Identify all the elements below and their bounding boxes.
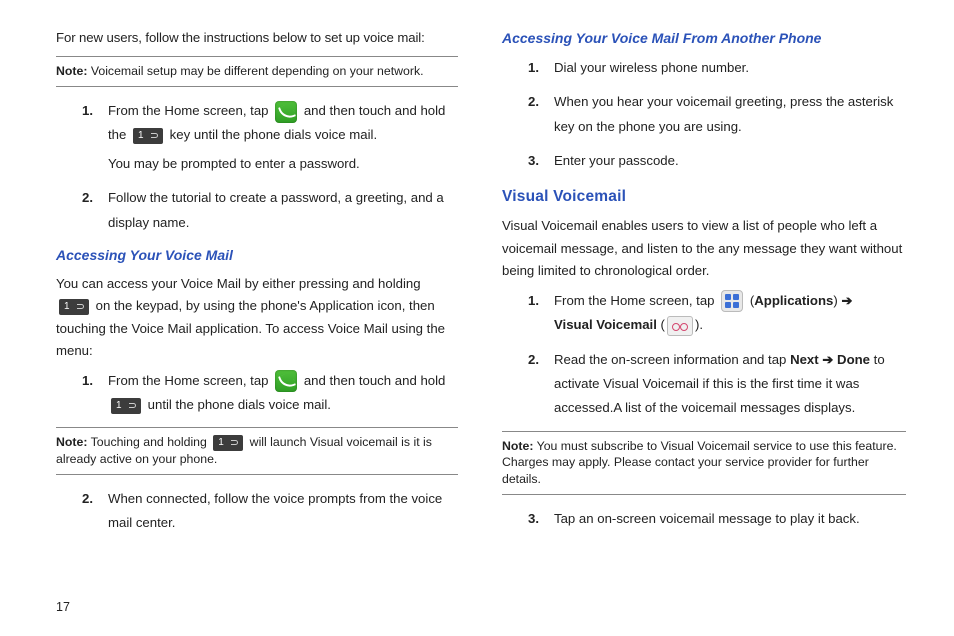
note-box-1: Note: Voicemail setup may be different d… xyxy=(56,56,458,87)
step-number: 2. xyxy=(82,487,93,511)
arrow-icon: ➔ xyxy=(838,293,853,308)
heading-visual-voicemail: Visual Voicemail xyxy=(502,185,906,209)
step-number: 2. xyxy=(528,90,539,114)
phone-icon xyxy=(275,370,297,392)
visual-steps-cont: 3. Tap an on-screen voicemail message to… xyxy=(528,507,906,531)
note-text: Touching and holding xyxy=(87,435,210,449)
applications-icon xyxy=(721,290,743,312)
other-phone-steps: 1. Dial your wireless phone number. 2. W… xyxy=(528,56,906,174)
note-label: Note: xyxy=(56,64,87,78)
step-number: 3. xyxy=(528,507,539,531)
page-columns: For new users, follow the instructions b… xyxy=(56,28,906,588)
right-column: Accessing Your Voice Mail From Another P… xyxy=(502,28,906,588)
phone-icon xyxy=(275,101,297,123)
setup-steps: 1. From the Home screen, tap and then to… xyxy=(82,99,458,235)
visual-steps: 1. From the Home screen, tap ( Applicatio… xyxy=(528,289,906,421)
step-number: 1. xyxy=(528,56,539,80)
step-number: 1. xyxy=(528,289,539,313)
step-text: Enter your passcode. xyxy=(554,153,679,168)
step-1: 1. From the Home screen, tap and then to… xyxy=(82,369,458,418)
step-1: 1. Dial your wireless phone number. xyxy=(528,56,906,80)
done-label: Done xyxy=(837,352,870,367)
page-number: 17 xyxy=(56,600,70,614)
step-text: until the phone dials voice mail. xyxy=(144,397,331,412)
para-text: You can access your Voice Mail by either… xyxy=(56,276,421,291)
step-2: 2. When you hear your voicemail greeting… xyxy=(528,90,906,139)
para-text: on the keypad, by using the phone's Appl… xyxy=(56,298,445,358)
key-1-icon: 1 xyxy=(133,128,163,144)
heading-other-phone: Accessing Your Voice Mail From Another P… xyxy=(502,28,906,50)
access-steps-cont: 2. When connected, follow the voice prom… xyxy=(82,487,458,536)
step-2: 2. When connected, follow the voice prom… xyxy=(82,487,458,536)
step-number: 3. xyxy=(528,149,539,173)
intro-text: For new users, follow the instructions b… xyxy=(56,28,458,48)
step-text: Dial your wireless phone number. xyxy=(554,60,749,75)
key-1-icon: 1 xyxy=(59,299,89,315)
step-number: 1. xyxy=(82,369,93,393)
paren-open: ( xyxy=(657,317,665,332)
step-text: Read the on-screen information and tap xyxy=(554,352,790,367)
step-number: 1. xyxy=(82,99,93,123)
step-number: 2. xyxy=(528,348,539,372)
step-text: When connected, follow the voice prompts… xyxy=(108,491,442,530)
key-1-icon: 1 xyxy=(111,398,141,414)
note-text: You must subscribe to Visual Voicemail s… xyxy=(502,439,897,486)
step-2: 2. Read the on-screen information and ta… xyxy=(528,348,906,421)
step-3: 3. Tap an on-screen voicemail message to… xyxy=(528,507,906,531)
step-text: From the Home screen, tap xyxy=(108,103,272,118)
step-2: 2. Follow the tutorial to create a passw… xyxy=(82,186,458,235)
step-text: From the Home screen, tap xyxy=(108,373,272,388)
step-1: 1. From the Home screen, tap ( Applicatio… xyxy=(528,289,906,338)
next-label: Next xyxy=(790,352,819,367)
step-text: Tap an on-screen voicemail message to pl… xyxy=(554,511,860,526)
note-text: Voicemail setup may be different dependi… xyxy=(87,64,423,78)
heading-accessing-voicemail: Accessing Your Voice Mail xyxy=(56,245,458,267)
step-text: Follow the tutorial to create a password… xyxy=(108,190,444,229)
note-box-3: Note: You must subscribe to Visual Voice… xyxy=(502,431,906,495)
step-number: 2. xyxy=(82,186,93,210)
note-label: Note: xyxy=(56,435,87,449)
access-paragraph: You can access your Voice Mail by either… xyxy=(56,273,458,363)
applications-label: Applications xyxy=(754,293,833,308)
left-column: For new users, follow the instructions b… xyxy=(56,28,458,588)
arrow-icon: ➔ xyxy=(819,352,837,367)
paren-close: ). xyxy=(695,317,703,332)
visual-paragraph: Visual Voicemail enables users to view a… xyxy=(502,215,906,282)
note-box-2: Note: Touching and holding 1 will launch… xyxy=(56,427,458,474)
key-1-icon: 1 xyxy=(213,435,243,451)
step-1: 1. From the Home screen, tap and then to… xyxy=(82,99,458,176)
note-label: Note: xyxy=(502,439,533,453)
step-text: When you hear your voicemail greeting, p… xyxy=(554,94,893,133)
step-subtext: You may be prompted to enter a password. xyxy=(108,152,458,176)
visual-voicemail-label: Visual Voicemail xyxy=(554,317,657,332)
access-steps: 1. From the Home screen, tap and then to… xyxy=(82,369,458,418)
step-text: and then touch and hold xyxy=(300,373,445,388)
step-3: 3. Enter your passcode. xyxy=(528,149,906,173)
step-text: From the Home screen, tap xyxy=(554,293,718,308)
step-text: key until the phone dials voice mail. xyxy=(166,127,377,142)
visual-voicemail-icon xyxy=(667,316,693,336)
